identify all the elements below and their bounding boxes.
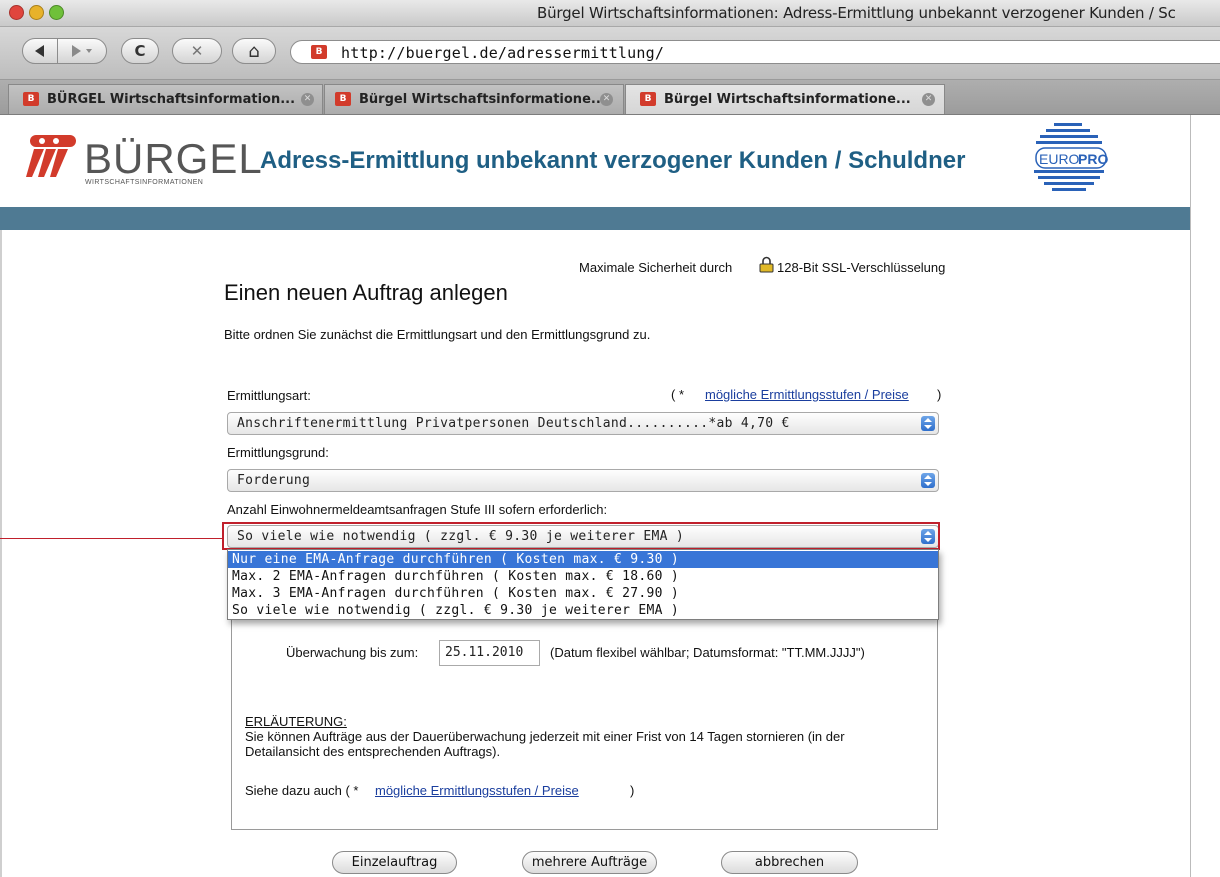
home-icon: ⌂ xyxy=(248,40,260,62)
explanation-heading: ERLÄUTERUNG: xyxy=(245,714,347,729)
tab-close-icon[interactable]: ✕ xyxy=(922,93,935,106)
ermittlungsart-value: Anschriftenermittlung Privatpersonen Deu… xyxy=(237,416,790,431)
tab-label: Bürgel Wirtschaftsinformatione... xyxy=(359,92,606,107)
ema-option[interactable]: Max. 2 EMA-Anfragen durchführen ( Kosten… xyxy=(228,568,938,585)
europro-prefix: EURO xyxy=(1039,151,1080,167)
stop-button[interactable]: ✕ xyxy=(172,38,222,64)
ema-option[interactable]: Max. 3 EMA-Anfragen durchführen ( Kosten… xyxy=(228,585,938,602)
page-header: BÜRGEL WIRTSCHAFTSINFORMATIONEN Adress-E… xyxy=(0,115,1190,207)
forward-arrow-icon xyxy=(72,45,92,57)
tab-close-icon[interactable]: ✕ xyxy=(600,93,613,106)
reload-icon: C xyxy=(134,42,146,60)
security-prefix: Maximale Sicherheit durch xyxy=(579,260,733,275)
page-title: Adress-Ermittlung unbekannt verzogener K… xyxy=(260,147,966,174)
close-window-button[interactable] xyxy=(9,5,24,20)
tab-close-icon[interactable]: ✕ xyxy=(301,93,314,106)
url-text[interactable]: http://buergel.de/adressermittlung/ xyxy=(341,44,664,62)
brand-name: BÜRGEL xyxy=(84,135,263,182)
tab-label: BÜRGEL Wirtschaftsinformation... xyxy=(47,92,296,107)
monitoring-label: Überwachung bis zum: xyxy=(286,645,419,660)
tab-bar: B BÜRGEL Wirtschaftsinformation... ✕ B B… xyxy=(0,80,1220,115)
cancel-button[interactable]: abbrechen xyxy=(721,851,858,874)
brand-subtitle: WIRTSCHAFTSINFORMATIONEN xyxy=(85,179,204,186)
ema-option[interactable]: Nur eine EMA-Anfrage durchführen ( Koste… xyxy=(228,551,938,568)
see-also-link[interactable]: mögliche Ermittlungsstufen / Preise xyxy=(375,783,579,798)
stop-icon: ✕ xyxy=(190,42,204,60)
back-button[interactable] xyxy=(22,38,58,64)
ermittlungsgrund-select[interactable]: Forderung xyxy=(227,469,939,492)
single-order-button[interactable]: Einzelauftrag xyxy=(332,851,457,874)
tab-label: Bürgel Wirtschaftsinformatione... xyxy=(664,92,911,107)
tab-1[interactable]: B BÜRGEL Wirtschaftsinformation... ✕ xyxy=(8,84,323,114)
see-also-prefix: Siehe dazu auch ( * xyxy=(245,783,359,798)
see-also-suffix: ) xyxy=(630,783,635,798)
explanation-line-2: Detailansicht des entsprechenden Auftrag… xyxy=(245,744,501,759)
multiple-orders-button[interactable]: mehrere Aufträge xyxy=(522,851,657,874)
forward-button[interactable] xyxy=(57,38,107,64)
security-suffix: 128-Bit SSL-Verschlüsselung xyxy=(777,260,946,275)
lock-icon xyxy=(759,256,774,273)
ermittlungsart-label: Ermittlungsart: xyxy=(227,388,311,403)
callout-line xyxy=(0,538,222,539)
window-titlebar: Bürgel Wirtschaftsinformationen: Adress-… xyxy=(0,0,1220,27)
callout-highlight-box xyxy=(222,522,940,550)
europro-logo: EURO PRO xyxy=(1032,115,1110,207)
tab-2[interactable]: B Bürgel Wirtschaftsinformatione... ✕ xyxy=(324,84,624,114)
tab-favicon-icon: B xyxy=(640,92,656,106)
select-arrows-icon xyxy=(921,473,935,488)
ermittlungsgrund-value: Forderung xyxy=(237,473,311,488)
europro-suffix: PRO xyxy=(1078,151,1109,167)
ema-option[interactable]: So viele wie notwendig ( zzgl. € 9.30 je… xyxy=(228,602,938,619)
tab-favicon-icon: B xyxy=(23,92,39,106)
ermittlungsgrund-label: Ermittlungsgrund: xyxy=(227,445,329,460)
minimize-window-button[interactable] xyxy=(29,5,44,20)
reload-button[interactable]: C xyxy=(121,38,159,64)
header-bar xyxy=(0,207,1190,230)
monitoring-date-value: 25.11.2010 xyxy=(445,645,524,660)
left-border xyxy=(0,230,2,877)
ema-dropdown-list: Nur eine EMA-Anfrage durchführen ( Koste… xyxy=(227,549,939,620)
tab-favicon-icon: B xyxy=(335,92,351,106)
site-favicon-icon: B xyxy=(311,45,327,59)
prices-link-prefix: ( * xyxy=(671,387,684,402)
ermittlungsart-select[interactable]: Anschriftenermittlung Privatpersonen Deu… xyxy=(227,412,939,435)
browser-toolbar: C ✕ ⌂ B http://buergel.de/adressermittlu… xyxy=(0,27,1220,80)
buergel-logo-icon xyxy=(26,135,76,177)
form-intro: Bitte ordnen Sie zunächst die Ermittlung… xyxy=(224,327,651,342)
ema-label: Anzahl Einwohnermeldeamtsanfragen Stufe … xyxy=(227,502,608,517)
window-title: Bürgel Wirtschaftsinformationen: Adress-… xyxy=(537,4,1176,22)
vertical-scrollbar[interactable] xyxy=(1190,115,1220,877)
tab-3-active[interactable]: B Bürgel Wirtschaftsinformatione... ✕ xyxy=(625,84,945,114)
back-arrow-icon xyxy=(35,45,44,57)
monitoring-hint: (Datum flexibel wählbar; Datumsformat: "… xyxy=(550,645,865,660)
prices-link[interactable]: mögliche Ermittlungsstufen / Preise xyxy=(705,387,909,402)
home-button[interactable]: ⌂ xyxy=(232,38,276,64)
form-heading: Einen neuen Auftrag anlegen xyxy=(224,280,508,305)
address-bar[interactable]: B http://buergel.de/adressermittlung/ xyxy=(290,40,1220,64)
prices-link-suffix: ) xyxy=(937,387,942,402)
zoom-window-button[interactable] xyxy=(49,5,64,20)
explanation-line-1: Sie können Aufträge aus der Dauerüberwac… xyxy=(245,729,845,744)
select-arrows-icon xyxy=(921,416,935,431)
monitoring-date-input[interactable]: 25.11.2010 xyxy=(439,640,540,666)
